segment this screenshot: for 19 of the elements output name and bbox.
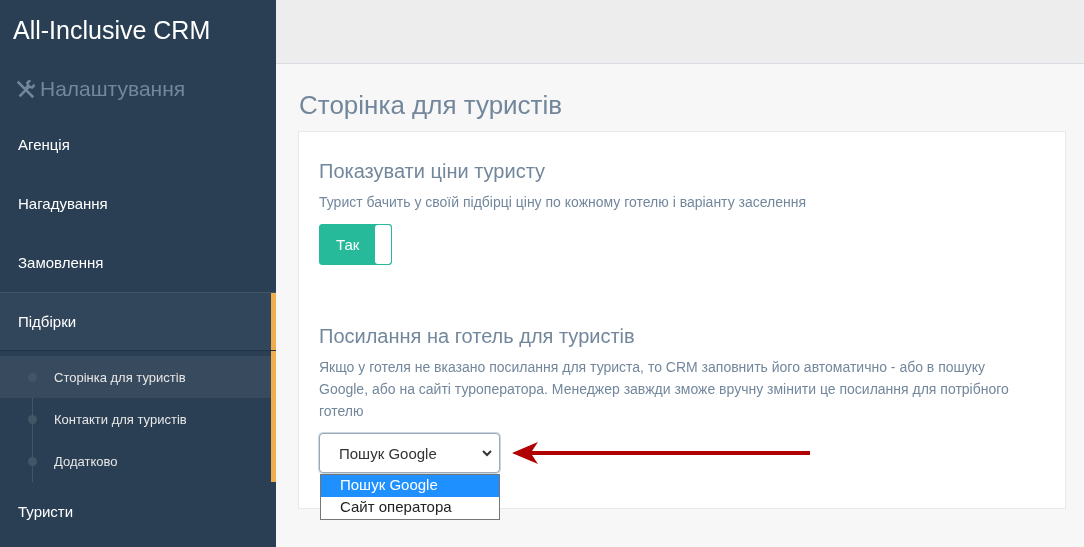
section-heading: Налаштування [40, 77, 186, 101]
app-logo: All-Inclusive CRM [12, 15, 212, 46]
dropdown-option[interactable]: Сайт оператора [321, 497, 499, 519]
select-dropdown[interactable]: Пошук Google [319, 433, 500, 473]
sidebar-item[interactable]: Агенція [0, 115, 276, 174]
sidebar-subitem[interactable]: Сторінка для туристів [0, 356, 271, 398]
sidebar-subitem[interactable]: Контакти для туристів [0, 398, 271, 440]
sidebar-subitem[interactable]: Додатково [0, 440, 271, 482]
chevron-down-icon [481, 447, 493, 459]
section-description: Якщо у готеля не вказано посилання для туриста, то CRM заповнить його автоматично - або в пошуку Google, або на сайті туроператора. Менеджер завжди зможе вручну змінити це посилання для потрібного готелю [319, 358, 1010, 421]
sidebar-item[interactable]: Туристи [0, 482, 276, 541]
tools-icon [14, 78, 36, 100]
page-title: Сторінка для туристів [298, 89, 564, 122]
sidebar-item[interactable]: Замовлення [0, 233, 276, 292]
section-description: Турист бачить у своїй підбірці ціну по кожному готелю і варіанту заселення [319, 193, 808, 212]
sidebar-item[interactable]: Нагадування [0, 174, 276, 233]
section-title: Посилання на готель для туристів [319, 325, 636, 348]
sidebar-item[interactable]: Підбірки [0, 292, 276, 351]
section-title: Показувати ціни туристу [319, 160, 546, 183]
